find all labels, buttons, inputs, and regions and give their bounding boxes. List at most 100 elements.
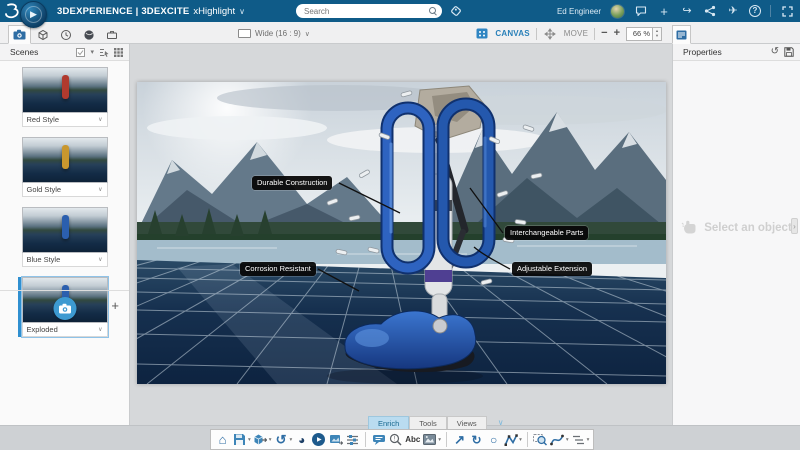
toolbar-collapse-chevron[interactable]: ∨ xyxy=(493,416,509,429)
tab-properties-panel[interactable] xyxy=(672,25,691,44)
curve-tool-button[interactable]: ▾ xyxy=(550,432,569,447)
grid-view-icon[interactable] xyxy=(114,48,123,57)
caret-down-icon[interactable]: ▾ xyxy=(566,437,569,443)
svg-text:!: ! xyxy=(394,437,396,443)
properties-panel-header: Properties ↺ xyxy=(673,44,800,61)
circle-tool-button[interactable]: ○ xyxy=(486,432,501,447)
caret-down-icon[interactable]: ▾ xyxy=(269,437,272,443)
render-sphere-button[interactable]: ◕ xyxy=(294,432,309,447)
caret-down-icon[interactable]: ▾ xyxy=(519,437,522,443)
save-button[interactable]: ▾ xyxy=(232,432,251,447)
undo-button[interactable]: ↺ ▾ xyxy=(274,432,293,447)
outline-list-button[interactable]: ▾ xyxy=(571,432,590,447)
zoom-in-button[interactable]: + xyxy=(614,28,620,39)
play-animation-button[interactable]: ▶ xyxy=(312,433,325,446)
home-button[interactable]: ⌂ xyxy=(215,432,230,447)
zoom-level-input[interactable]: 66 % xyxy=(626,27,653,41)
rotate-tool-button[interactable]: ↻ xyxy=(469,432,484,447)
canvas-mode-icon[interactable] xyxy=(474,26,489,41)
tab-scenes-camera[interactable] xyxy=(8,25,31,44)
left-panel-tabs xyxy=(8,25,123,44)
export-button[interactable]: ▾ xyxy=(253,432,272,447)
app-name: xHighlight xyxy=(193,6,235,17)
scene-tree-icon[interactable] xyxy=(99,48,109,57)
zoom-annotation-button[interactable]: ! xyxy=(388,432,403,447)
figure-gold xyxy=(62,145,69,169)
chevron-down-icon[interactable]: ∨ xyxy=(98,116,102,123)
callout-durable-construction[interactable]: Durable Construction xyxy=(252,176,332,190)
reset-properties-icon[interactable]: ↺ xyxy=(771,47,779,57)
tab-history-clock[interactable] xyxy=(54,25,77,44)
callout-adjustable-extension[interactable]: Adjustable Extension xyxy=(512,262,592,276)
divider xyxy=(527,432,528,447)
polyline-tool-button[interactable]: ▾ xyxy=(503,432,522,447)
magnify-region-button[interactable] xyxy=(533,432,548,447)
callout-corrosion-resistant[interactable]: Corrosion Resistant xyxy=(240,262,316,276)
arrow-tool-button[interactable]: ↗ xyxy=(452,432,467,447)
scenes-panel-header: Scenes ▾ xyxy=(0,44,129,61)
callout-tool-button[interactable] xyxy=(371,432,386,447)
fullscreen-icon[interactable] xyxy=(780,4,794,18)
canvas-3d-view[interactable]: Durable Construction Interchangeable Par… xyxy=(137,82,666,384)
panel-collapse-handle[interactable]: › xyxy=(791,218,798,234)
chevron-down-icon[interactable]: ▾ xyxy=(90,48,94,56)
tab-enrich[interactable]: Enrich xyxy=(368,416,409,429)
chevron-down-icon[interactable]: ∨ xyxy=(98,186,102,193)
rocket-icon[interactable]: ✈ xyxy=(726,4,740,18)
scene-thumbnail[interactable] xyxy=(22,207,108,253)
stage-area: Durable Construction Interchangeable Par… xyxy=(130,44,672,450)
divider xyxy=(365,432,366,447)
chevron-down-icon[interactable]: ∨ xyxy=(98,256,102,263)
scenes-panel: Scenes ▾ Red Style∨ Gold Style∨ Blue Sty… xyxy=(0,44,130,425)
tab-views[interactable]: Views xyxy=(447,416,487,429)
stepper-down-icon[interactable]: ▾ xyxy=(656,34,658,39)
multi-select-icon[interactable] xyxy=(76,48,85,57)
tab-environment-globe[interactable] xyxy=(77,25,100,44)
compass-widget[interactable]: ▶ xyxy=(20,1,47,28)
capture-scene-button[interactable] xyxy=(53,297,76,320)
move-tool-icon[interactable] xyxy=(543,26,558,41)
tab-assets-briefcase[interactable] xyxy=(100,25,123,44)
chat-icon[interactable] xyxy=(634,4,648,18)
search-input[interactable] xyxy=(304,7,429,16)
scene-label: Blue Style xyxy=(27,255,99,264)
text-tool-button[interactable]: Abc xyxy=(405,432,420,447)
divider xyxy=(446,432,447,447)
brand-text: 3DEXPERIENCE | 3DEXCITE xyxy=(57,6,189,17)
caret-down-icon[interactable]: ▾ xyxy=(587,437,590,443)
app-title[interactable]: 3DEXPERIENCE | 3DEXCITE xHighlight ∨ xyxy=(57,0,245,22)
avatar[interactable] xyxy=(610,4,625,19)
adjust-settings-button[interactable] xyxy=(345,432,360,447)
scene-card-gold-style[interactable]: Gold Style∨ xyxy=(22,137,108,197)
insert-image-button[interactable]: ▾ xyxy=(422,432,441,447)
add-icon[interactable]: + xyxy=(657,4,671,18)
divider xyxy=(594,28,595,40)
save-properties-icon[interactable] xyxy=(784,47,794,57)
scene-thumbnail[interactable] xyxy=(22,137,108,183)
canvas-mode-label[interactable]: CANVAS xyxy=(495,29,529,38)
zoom-out-button[interactable]: − xyxy=(601,28,607,39)
share-forward-icon[interactable]: ↪ xyxy=(680,4,694,18)
callout-interchangeable-parts[interactable]: Interchangeable Parts xyxy=(505,226,588,240)
caret-down-icon[interactable]: ▾ xyxy=(438,437,441,443)
help-icon[interactable]: ? xyxy=(749,5,761,17)
scene-thumbnail[interactable] xyxy=(22,67,108,113)
move-tool-label[interactable]: MOVE xyxy=(564,29,588,38)
add-scene-button[interactable]: + xyxy=(111,299,119,312)
image-output-button[interactable] xyxy=(328,432,343,447)
tag-icon[interactable] xyxy=(450,5,462,17)
undo-icon[interactable]: ↺ xyxy=(274,432,289,447)
scene-card-red-style[interactable]: Red Style∨ xyxy=(22,67,108,127)
aspect-ratio-label: Wide (16 : 9) xyxy=(255,29,301,38)
tab-tools[interactable]: Tools xyxy=(409,416,447,429)
caret-down-icon[interactable]: ▾ xyxy=(248,437,251,443)
share-network-icon[interactable] xyxy=(703,4,717,18)
user-name[interactable]: Ed Engineer xyxy=(557,7,601,16)
global-search[interactable] xyxy=(296,4,442,18)
search-icon[interactable] xyxy=(429,7,438,16)
caret-down-icon[interactable]: ▾ xyxy=(290,437,293,443)
scene-card-blue-style[interactable]: Blue Style∨ xyxy=(22,207,108,267)
divider xyxy=(536,28,537,40)
aspect-ratio-selector[interactable]: Wide (16 : 9) ∨ xyxy=(238,25,310,42)
zoom-stepper[interactable]: ▴ ▾ xyxy=(653,27,662,41)
